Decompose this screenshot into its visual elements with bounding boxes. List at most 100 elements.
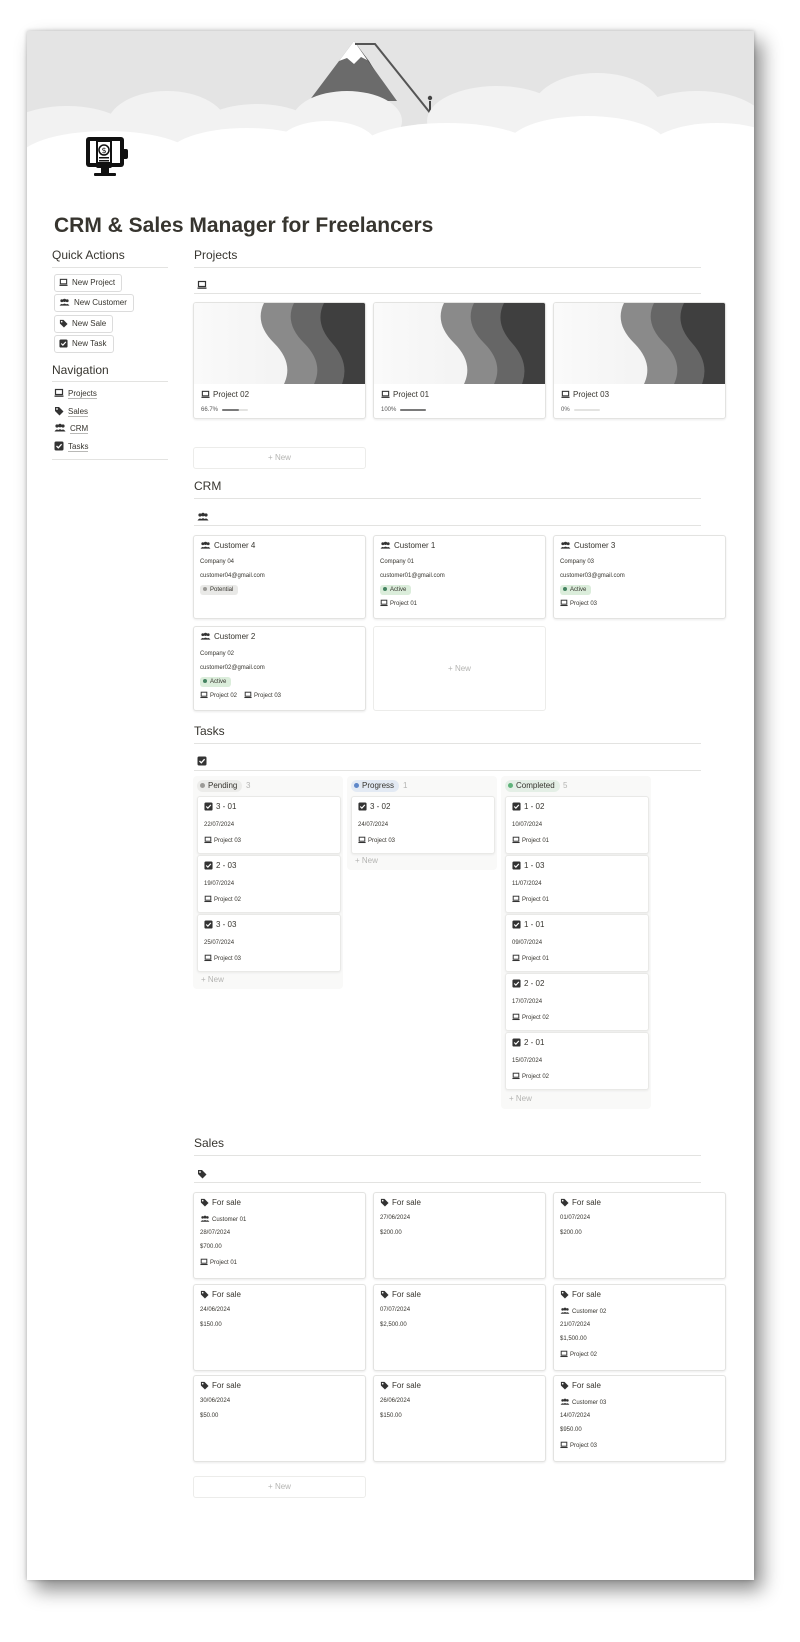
sale-card[interactable]: For sale Customer 01 28/07/2024 $700.00 … bbox=[193, 1192, 366, 1279]
customer-relation[interactable]: Customer 01 bbox=[200, 1215, 246, 1223]
wave-cover-image bbox=[194, 303, 365, 384]
crm-heading: CRM bbox=[194, 479, 222, 493]
sale-card[interactable]: For sale 27/06/2024 $200.00 bbox=[373, 1192, 546, 1279]
project-relation[interactable]: Project 01 bbox=[380, 599, 417, 607]
sale-card[interactable]: For sale 26/06/2024 $150.00 bbox=[373, 1375, 546, 1462]
new-customer-card-button[interactable]: + New bbox=[373, 626, 546, 711]
task-card[interactable]: 2 - 01 15/07/2024 Project 02 bbox=[505, 1032, 649, 1090]
project-relation[interactable]: Project 03 bbox=[560, 599, 597, 607]
task-card[interactable]: 2 - 03 19/07/2024 Project 02 bbox=[197, 855, 341, 913]
sale-card[interactable]: For sale Customer 02 21/07/2024 $1,500.0… bbox=[553, 1284, 726, 1371]
project-relation[interactable]: Project 03 bbox=[358, 836, 395, 844]
new-project-button[interactable]: New Project bbox=[54, 274, 123, 292]
sale-card[interactable]: For sale 01/07/2024 $200.00 bbox=[553, 1192, 726, 1279]
project-relation[interactable]: Project 03 bbox=[204, 836, 241, 844]
divider bbox=[194, 1182, 701, 1183]
sale-title: For sale bbox=[560, 1381, 601, 1390]
status-badge: Potential bbox=[200, 585, 239, 595]
laptop-icon bbox=[204, 895, 212, 903]
laptop-icon bbox=[358, 836, 366, 844]
laptop-icon bbox=[381, 390, 390, 398]
nav-item-tasks[interactable]: Tasks bbox=[54, 441, 89, 453]
new-customer-button[interactable]: New Customer bbox=[54, 294, 134, 312]
new-project-row-button[interactable]: + New bbox=[193, 447, 366, 469]
divider bbox=[52, 459, 168, 460]
column-header: Completed bbox=[505, 780, 560, 792]
divider bbox=[194, 293, 701, 294]
tag-icon bbox=[380, 1290, 389, 1299]
new-task-row-button[interactable]: + New bbox=[355, 856, 378, 865]
project-relation[interactable]: Project 03 bbox=[244, 691, 281, 699]
checkbox-icon bbox=[512, 979, 521, 988]
sale-date: 24/06/2024 bbox=[200, 1307, 231, 1313]
customer-card[interactable]: Customer 1 Company 01 customer01@gmail.c… bbox=[373, 535, 546, 619]
project-relation[interactable]: Project 02 bbox=[512, 1072, 549, 1080]
tag-icon bbox=[380, 1198, 389, 1207]
project-relation[interactable]: Project 03 bbox=[204, 954, 241, 962]
task-title: 3 - 03 bbox=[204, 920, 236, 929]
project-relation[interactable]: Project 01 bbox=[512, 836, 549, 844]
customer-name: Customer 3 bbox=[560, 541, 615, 550]
laptop-icon bbox=[201, 390, 210, 398]
tag-icon bbox=[200, 1198, 209, 1207]
cover-image bbox=[27, 31, 754, 171]
new-task-row-button[interactable]: + New bbox=[509, 1094, 532, 1103]
task-date: 10/07/2024 bbox=[512, 822, 543, 828]
customer-card[interactable]: Customer 2 Company 02 customer02@gmail.c… bbox=[193, 626, 366, 711]
progress-fill bbox=[400, 409, 426, 411]
new-sale-row-button[interactable]: + New bbox=[193, 1476, 366, 1498]
laptop-icon bbox=[512, 1072, 520, 1080]
sales-heading: Sales bbox=[194, 1136, 225, 1150]
task-card[interactable]: 1 - 03 11/07/2024 Project 01 bbox=[505, 855, 649, 913]
new-task-button[interactable]: New Task bbox=[54, 335, 114, 353]
people-icon bbox=[59, 298, 70, 306]
project-relation[interactable]: Project 02 bbox=[560, 1350, 597, 1358]
checkbox-icon bbox=[204, 861, 213, 870]
sale-amount: $700.00 bbox=[200, 1244, 222, 1250]
company-name: Company 02 bbox=[200, 651, 235, 657]
project-relation[interactable]: Project 03 bbox=[560, 1441, 597, 1449]
new-task-row-button[interactable]: + New bbox=[201, 975, 224, 984]
sale-card[interactable]: For sale 30/06/2024 $50.00 bbox=[193, 1375, 366, 1462]
project-relation[interactable]: Project 02 bbox=[204, 895, 241, 903]
sale-date: 14/07/2024 bbox=[560, 1413, 591, 1419]
page-title: CRM & Sales Manager for Freelancers bbox=[54, 214, 434, 237]
project-relation[interactable]: Project 02 bbox=[512, 1013, 549, 1021]
task-date: 17/07/2024 bbox=[512, 999, 543, 1005]
projects-heading: Projects bbox=[194, 248, 238, 262]
board-column-pending: Pending 3 3 - 01 22/07/2024 Project 03 2… bbox=[193, 776, 343, 989]
task-title: 1 - 01 bbox=[512, 920, 544, 929]
sale-title: For sale bbox=[380, 1198, 421, 1207]
project-relation[interactable]: Project 01 bbox=[200, 1258, 237, 1266]
nav-item-sales[interactable]: Sales bbox=[54, 406, 89, 418]
progress-label: 66.7% bbox=[201, 407, 219, 413]
project-relation[interactable]: Project 02 bbox=[200, 691, 237, 699]
sale-card[interactable]: For sale 07/07/2024 $2,500.00 bbox=[373, 1284, 546, 1371]
task-card[interactable]: 3 - 03 25/07/2024 Project 03 bbox=[197, 914, 341, 972]
customer-relation[interactable]: Customer 02 bbox=[560, 1307, 606, 1315]
task-card[interactable]: 2 - 02 17/07/2024 Project 02 bbox=[505, 973, 649, 1031]
project-relation[interactable]: Project 01 bbox=[512, 954, 549, 962]
nav-item-crm[interactable]: CRM bbox=[54, 423, 89, 435]
customer-card[interactable]: Customer 3 Company 03 customer03@gmail.c… bbox=[553, 535, 726, 619]
task-card[interactable]: 1 - 01 09/07/2024 Project 01 bbox=[505, 914, 649, 972]
task-card[interactable]: 3 - 02 24/07/2024 Project 03 bbox=[351, 796, 495, 854]
sale-date: 01/07/2024 bbox=[560, 1215, 591, 1221]
project-card[interactable]: Project 01 100% bbox=[373, 302, 546, 419]
project-card[interactable]: Project 03 0% bbox=[553, 302, 726, 419]
customer-card[interactable]: Customer 4 Company 04 customer04@gmail.c… bbox=[193, 535, 366, 619]
sale-card[interactable]: For sale 24/06/2024 $150.00 bbox=[193, 1284, 366, 1371]
project-relation[interactable]: Project 01 bbox=[512, 895, 549, 903]
task-card[interactable]: 1 - 02 10/07/2024 Project 01 bbox=[505, 796, 649, 854]
customer-relation[interactable]: Customer 03 bbox=[560, 1398, 606, 1406]
divider bbox=[194, 1155, 701, 1156]
column-count: 5 bbox=[563, 781, 568, 790]
task-card[interactable]: 3 - 01 22/07/2024 Project 03 bbox=[197, 796, 341, 854]
task-date: 24/07/2024 bbox=[358, 822, 389, 828]
sale-card[interactable]: For sale Customer 03 14/07/2024 $950.00 … bbox=[553, 1375, 726, 1462]
new-sale-button[interactable]: New Sale bbox=[54, 315, 114, 333]
progress-fill bbox=[222, 409, 240, 411]
people-icon bbox=[197, 512, 209, 521]
project-card[interactable]: Project 02 66.7% bbox=[193, 302, 366, 419]
nav-item-projects[interactable]: Projects bbox=[54, 388, 97, 400]
